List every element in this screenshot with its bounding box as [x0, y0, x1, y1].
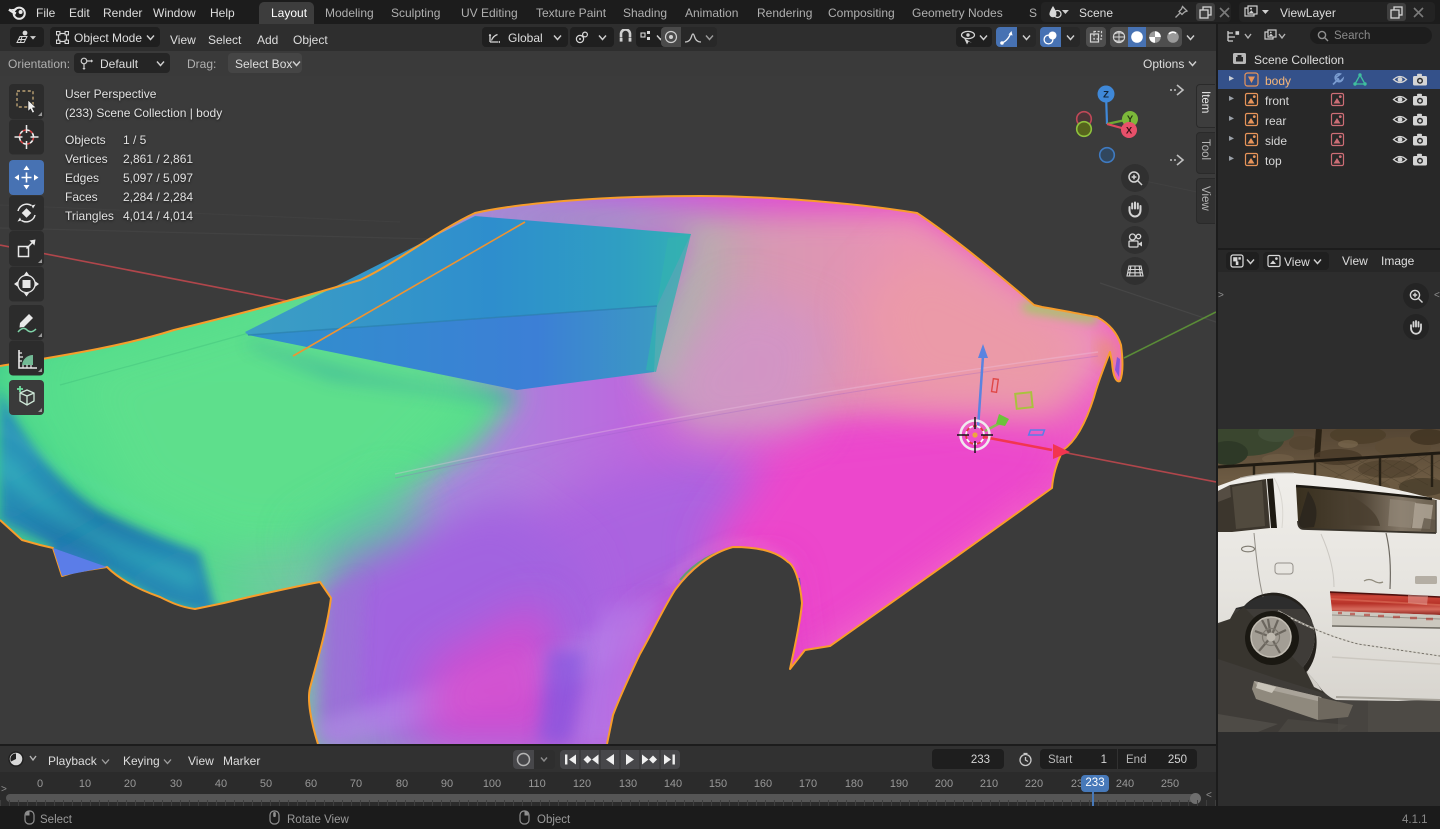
svg-text:Z: Z — [1103, 89, 1109, 100]
svg-text:X: X — [1126, 125, 1133, 136]
